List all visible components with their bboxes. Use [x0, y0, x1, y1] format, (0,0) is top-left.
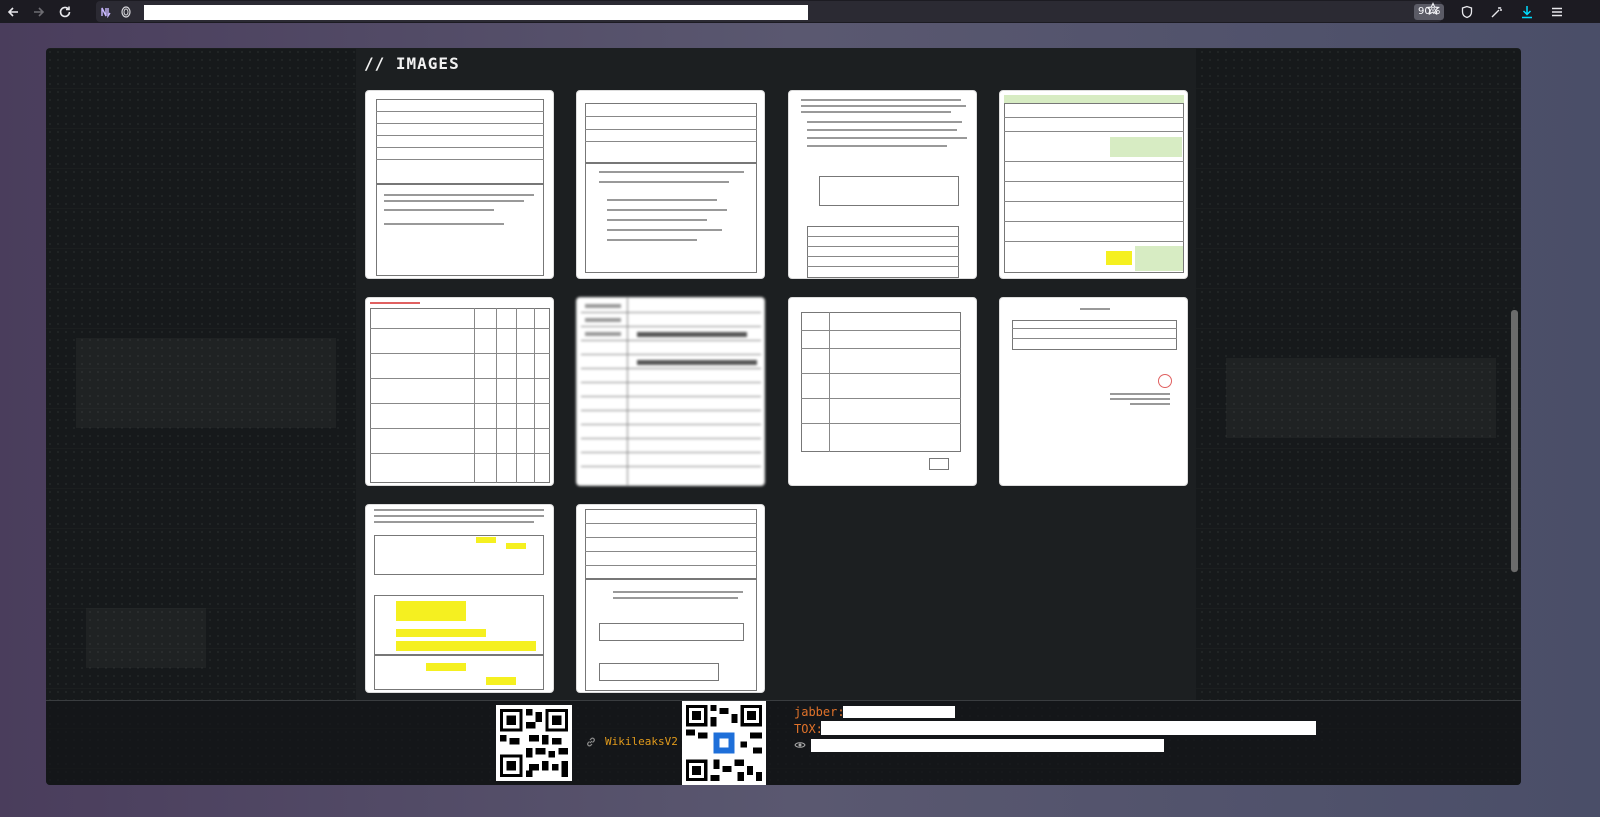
document-thumbnail[interactable] [788, 297, 977, 486]
document-thumbnail[interactable] [576, 90, 765, 279]
background-decoration [1226, 358, 1496, 438]
wikileaks-link[interactable]: WikileaksV2 [605, 735, 678, 748]
reload-icon[interactable] [52, 0, 78, 23]
forward-icon[interactable] [26, 0, 52, 23]
background-decoration [76, 338, 336, 428]
document-thumbnail[interactable] [576, 297, 765, 486]
section-title: // IMAGES [364, 54, 460, 73]
qr-code[interactable] [682, 701, 766, 785]
link-icon [585, 736, 597, 751]
background-decoration [86, 608, 206, 668]
url-text-redacted[interactable] [144, 5, 808, 20]
tox-value-redacted [821, 721, 1316, 735]
document-thumbnail[interactable] [999, 297, 1188, 486]
document-thumbnail[interactable] [788, 90, 977, 279]
browser-toolbar: 90% [0, 0, 1600, 23]
main-panel: // IMAGES WikileaksV2 jabber: TOX: [46, 48, 1521, 785]
footer: WikileaksV2 jabber: TOX: [46, 700, 1521, 785]
extension-icon[interactable] [96, 1, 116, 22]
document-thumbnail[interactable] [365, 297, 554, 486]
document-thumbnail[interactable] [999, 90, 1188, 279]
bookmark-star-icon[interactable] [1426, 2, 1440, 20]
onion-address-redacted [811, 739, 1164, 752]
document-thumbnail[interactable] [365, 504, 554, 693]
scrollbar[interactable] [1511, 310, 1518, 572]
menu-icon[interactable] [1542, 0, 1572, 23]
document-thumbnail[interactable] [576, 504, 765, 693]
tox-label: TOX: [794, 722, 823, 736]
jabber-label: jabber: [794, 705, 845, 719]
back-icon[interactable] [0, 0, 26, 23]
qr-code[interactable] [496, 705, 572, 781]
fingerprint-icon[interactable] [116, 1, 136, 22]
eye-icon [794, 739, 806, 753]
download-icon[interactable] [1512, 0, 1542, 23]
document-thumbnail[interactable] [365, 90, 554, 279]
customize-icon[interactable] [1482, 0, 1512, 23]
jabber-value-redacted [843, 706, 955, 718]
url-bar[interactable]: 90% [96, 1, 1445, 22]
shield-icon[interactable] [1452, 0, 1482, 23]
